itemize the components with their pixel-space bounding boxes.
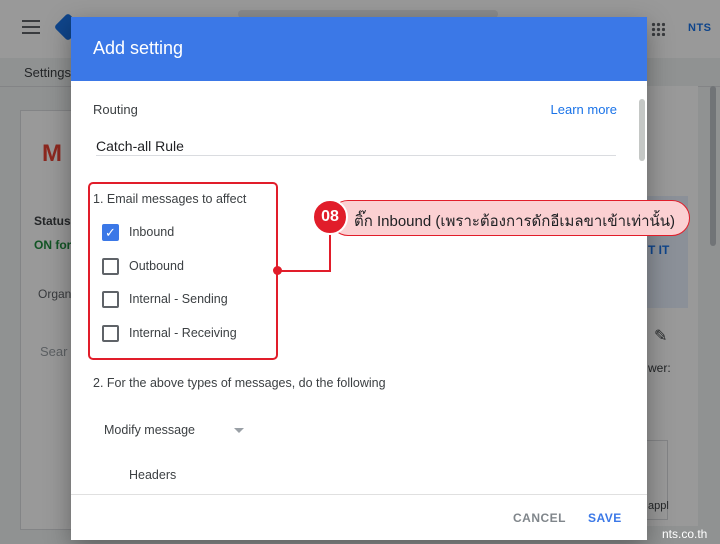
dialog-header: Add setting [71,17,647,81]
rule-name-input[interactable] [96,136,616,156]
action-select[interactable]: Modify message [104,420,244,440]
actions-label: 2. For the above types of messages, do t… [93,376,386,390]
step-badge: 08 [312,199,348,235]
routing-label: Routing [93,102,138,117]
save-button[interactable]: SAVE [588,511,622,525]
cancel-button[interactable]: CANCEL [513,511,566,525]
headers-label: Headers [129,468,177,482]
annotation-highlight-box [88,182,278,360]
learn-more-link[interactable]: Learn more [551,102,617,117]
dialog-scrollbar[interactable] [639,99,645,161]
dropdown-arrow-icon [234,427,244,433]
annotation-text: ติ๊ก Inbound (เพราะต้องการดักอีเมลขาเข้า… [354,213,676,230]
action-select-value: Modify message [104,423,196,437]
annotation-connector [278,270,330,272]
annotation-dot [273,266,282,275]
dialog-footer: CANCEL SAVE [71,494,647,540]
dialog-title: Add setting [93,38,184,58]
watermark: nts.co.th [662,527,708,541]
